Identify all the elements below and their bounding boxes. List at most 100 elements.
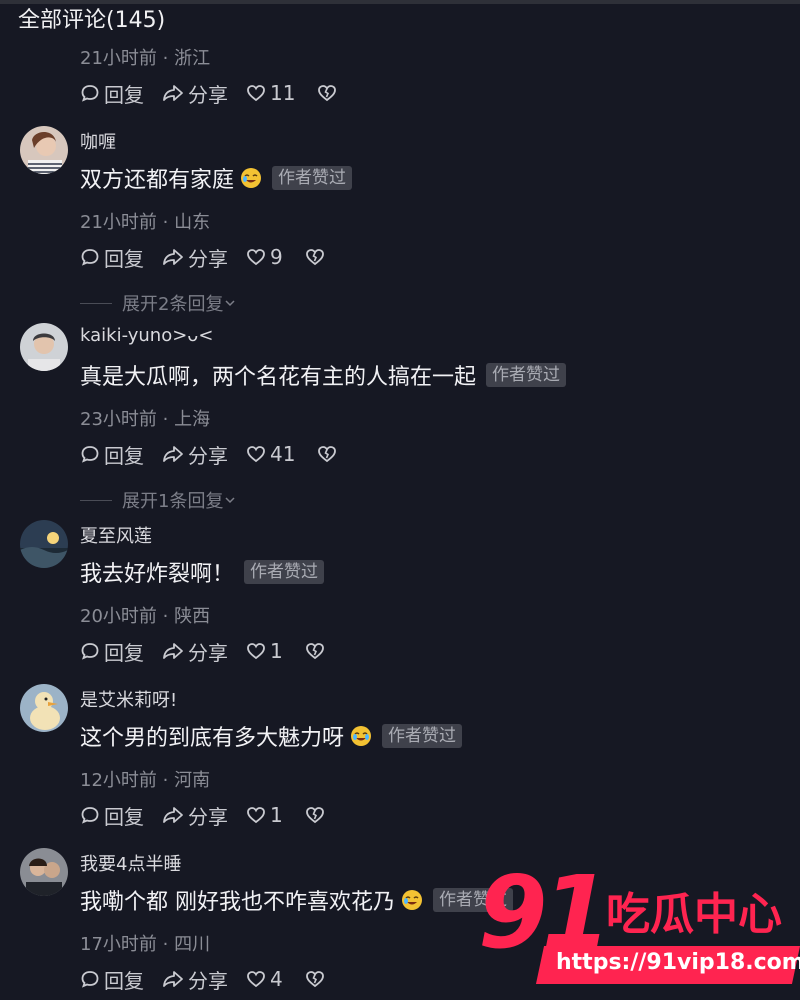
comment-icon: [81, 85, 99, 102]
dislike-button[interactable]: [317, 444, 337, 464]
share-button[interactable]: 分享: [162, 965, 228, 994]
reply-label: 回复: [104, 443, 144, 468]
username[interactable]: 是艾米莉呀!: [80, 686, 177, 712]
like-count: 1: [270, 803, 283, 827]
expand-replies-button[interactable]: 展开2条回复: [80, 290, 237, 316]
heart-icon: [247, 85, 265, 102]
watermark: 91 吃瓜中心 https://91vip18.com: [478, 858, 800, 1000]
chevron-down-icon: [225, 300, 235, 307]
comment-meta: 20小时前 · 陕西: [80, 606, 211, 627]
share-button[interactable]: 分享: [162, 637, 228, 666]
reply-label: 回复: [104, 246, 144, 271]
share-label: 分享: [188, 968, 228, 993]
share-icon: [163, 249, 183, 265]
share-button[interactable]: 分享: [162, 243, 228, 272]
watermark-title: 吃瓜中心: [606, 889, 782, 940]
share-icon: [163, 807, 183, 823]
author-liked-badge: 作者赞过: [382, 724, 463, 748]
comment-actions: 回复 分享 9: [80, 243, 325, 272]
like-button[interactable]: 11: [246, 81, 295, 105]
like-button[interactable]: 41: [246, 442, 295, 466]
dislike-icon: [318, 446, 337, 463]
share-icon: [163, 643, 183, 659]
comment-icon: [81, 807, 99, 824]
comment-meta: 21小时前 · 山东: [80, 212, 211, 233]
dislike-button[interactable]: [305, 641, 325, 661]
avatar[interactable]: [20, 520, 68, 568]
username[interactable]: kaiki-yuno>ᴗ<: [80, 325, 213, 346]
comment-meta: 12小时前 · 河南: [80, 770, 211, 791]
comment-content: 真是大瓜啊，两个名花有主的人搞在一起: [80, 365, 477, 390]
comment-content: 我嘞个都 刚好我也不咋喜欢花乃: [80, 890, 395, 915]
comment-meta: 23小时前 · 上海: [80, 409, 211, 430]
comment-actions: 回复 分享 41: [80, 440, 337, 469]
comment-icon: [81, 971, 99, 988]
share-label: 分享: [188, 443, 228, 468]
comment-meta: 17小时前 · 四川: [80, 934, 211, 955]
dislike-button[interactable]: [317, 83, 337, 103]
heart-icon: [247, 643, 265, 660]
dislike-icon: [318, 85, 337, 102]
author-liked-badge: 作者赞过: [244, 560, 325, 584]
divider: [80, 302, 112, 304]
author-liked-badge: 作者赞过: [486, 363, 567, 387]
expand-replies-button[interactable]: 展开1条回复: [80, 487, 237, 513]
share-icon: [163, 446, 183, 462]
expand-label: 展开2条回复: [122, 294, 224, 315]
like-button[interactable]: 1: [246, 803, 283, 827]
comment-content: 我去好炸裂啊！: [80, 562, 235, 587]
share-icon: [163, 971, 183, 987]
like-count: 9: [270, 245, 283, 269]
comment-actions: 回复 分享 11: [80, 79, 337, 108]
dislike-button[interactable]: [305, 969, 325, 989]
avatar[interactable]: [20, 684, 68, 732]
avatar[interactable]: [20, 323, 68, 371]
dislike-icon: [305, 807, 324, 824]
comment-actions: 回复 分享 4: [80, 965, 325, 994]
like-count: 11: [270, 81, 296, 105]
username[interactable]: 咖喱: [80, 128, 116, 154]
reply-button[interactable]: 回复: [80, 440, 144, 469]
comment-actions: 回复 分享 1: [80, 637, 325, 666]
username[interactable]: 我要4点半睡: [80, 850, 181, 876]
reply-button[interactable]: 回复: [80, 801, 144, 830]
like-button[interactable]: 9: [246, 245, 283, 269]
comment-text: 这个男的到底有多大魅力呀 作者赞过: [80, 720, 463, 752]
emoji-icon: [402, 890, 422, 910]
share-icon: [163, 85, 183, 101]
share-label: 分享: [188, 246, 228, 271]
share-label: 分享: [188, 640, 228, 665]
share-label: 分享: [188, 804, 228, 829]
like-count: 4: [270, 967, 283, 991]
dislike-icon: [305, 643, 324, 660]
like-count: 1: [270, 639, 283, 663]
avatar[interactable]: [20, 848, 68, 896]
comment-icon: [81, 249, 99, 266]
avatar[interactable]: [20, 126, 68, 174]
reply-button[interactable]: 回复: [80, 965, 144, 994]
like-button[interactable]: 4: [246, 967, 283, 991]
reply-button[interactable]: 回复: [80, 79, 144, 108]
chevron-down-icon: [225, 497, 235, 504]
dislike-button[interactable]: [305, 247, 325, 267]
heart-icon: [247, 446, 265, 463]
comment-content: 这个男的到底有多大魅力呀: [80, 726, 345, 751]
heart-icon: [247, 807, 265, 824]
reply-button[interactable]: 回复: [80, 243, 144, 272]
comment-text: 我嘞个都 刚好我也不咋喜欢花乃 作者赞过: [80, 884, 513, 916]
dislike-icon: [305, 971, 324, 988]
comment-text: 我去好炸裂啊！ 作者赞过: [80, 556, 325, 588]
share-button[interactable]: 分享: [162, 79, 228, 108]
comment-content: 双方还都有家庭: [80, 168, 235, 193]
comment-icon: [81, 446, 99, 463]
comments-header: 全部评论(145): [18, 8, 166, 33]
share-button[interactable]: 分享: [162, 440, 228, 469]
reply-button[interactable]: 回复: [80, 637, 144, 666]
share-button[interactable]: 分享: [162, 801, 228, 830]
dislike-button[interactable]: [305, 805, 325, 825]
expand-label: 展开1条回复: [122, 491, 224, 512]
username[interactable]: 夏至风莲: [80, 522, 152, 548]
like-button[interactable]: 1: [246, 639, 283, 663]
author-liked-badge: 作者赞过: [272, 166, 353, 190]
heart-icon: [247, 971, 265, 988]
